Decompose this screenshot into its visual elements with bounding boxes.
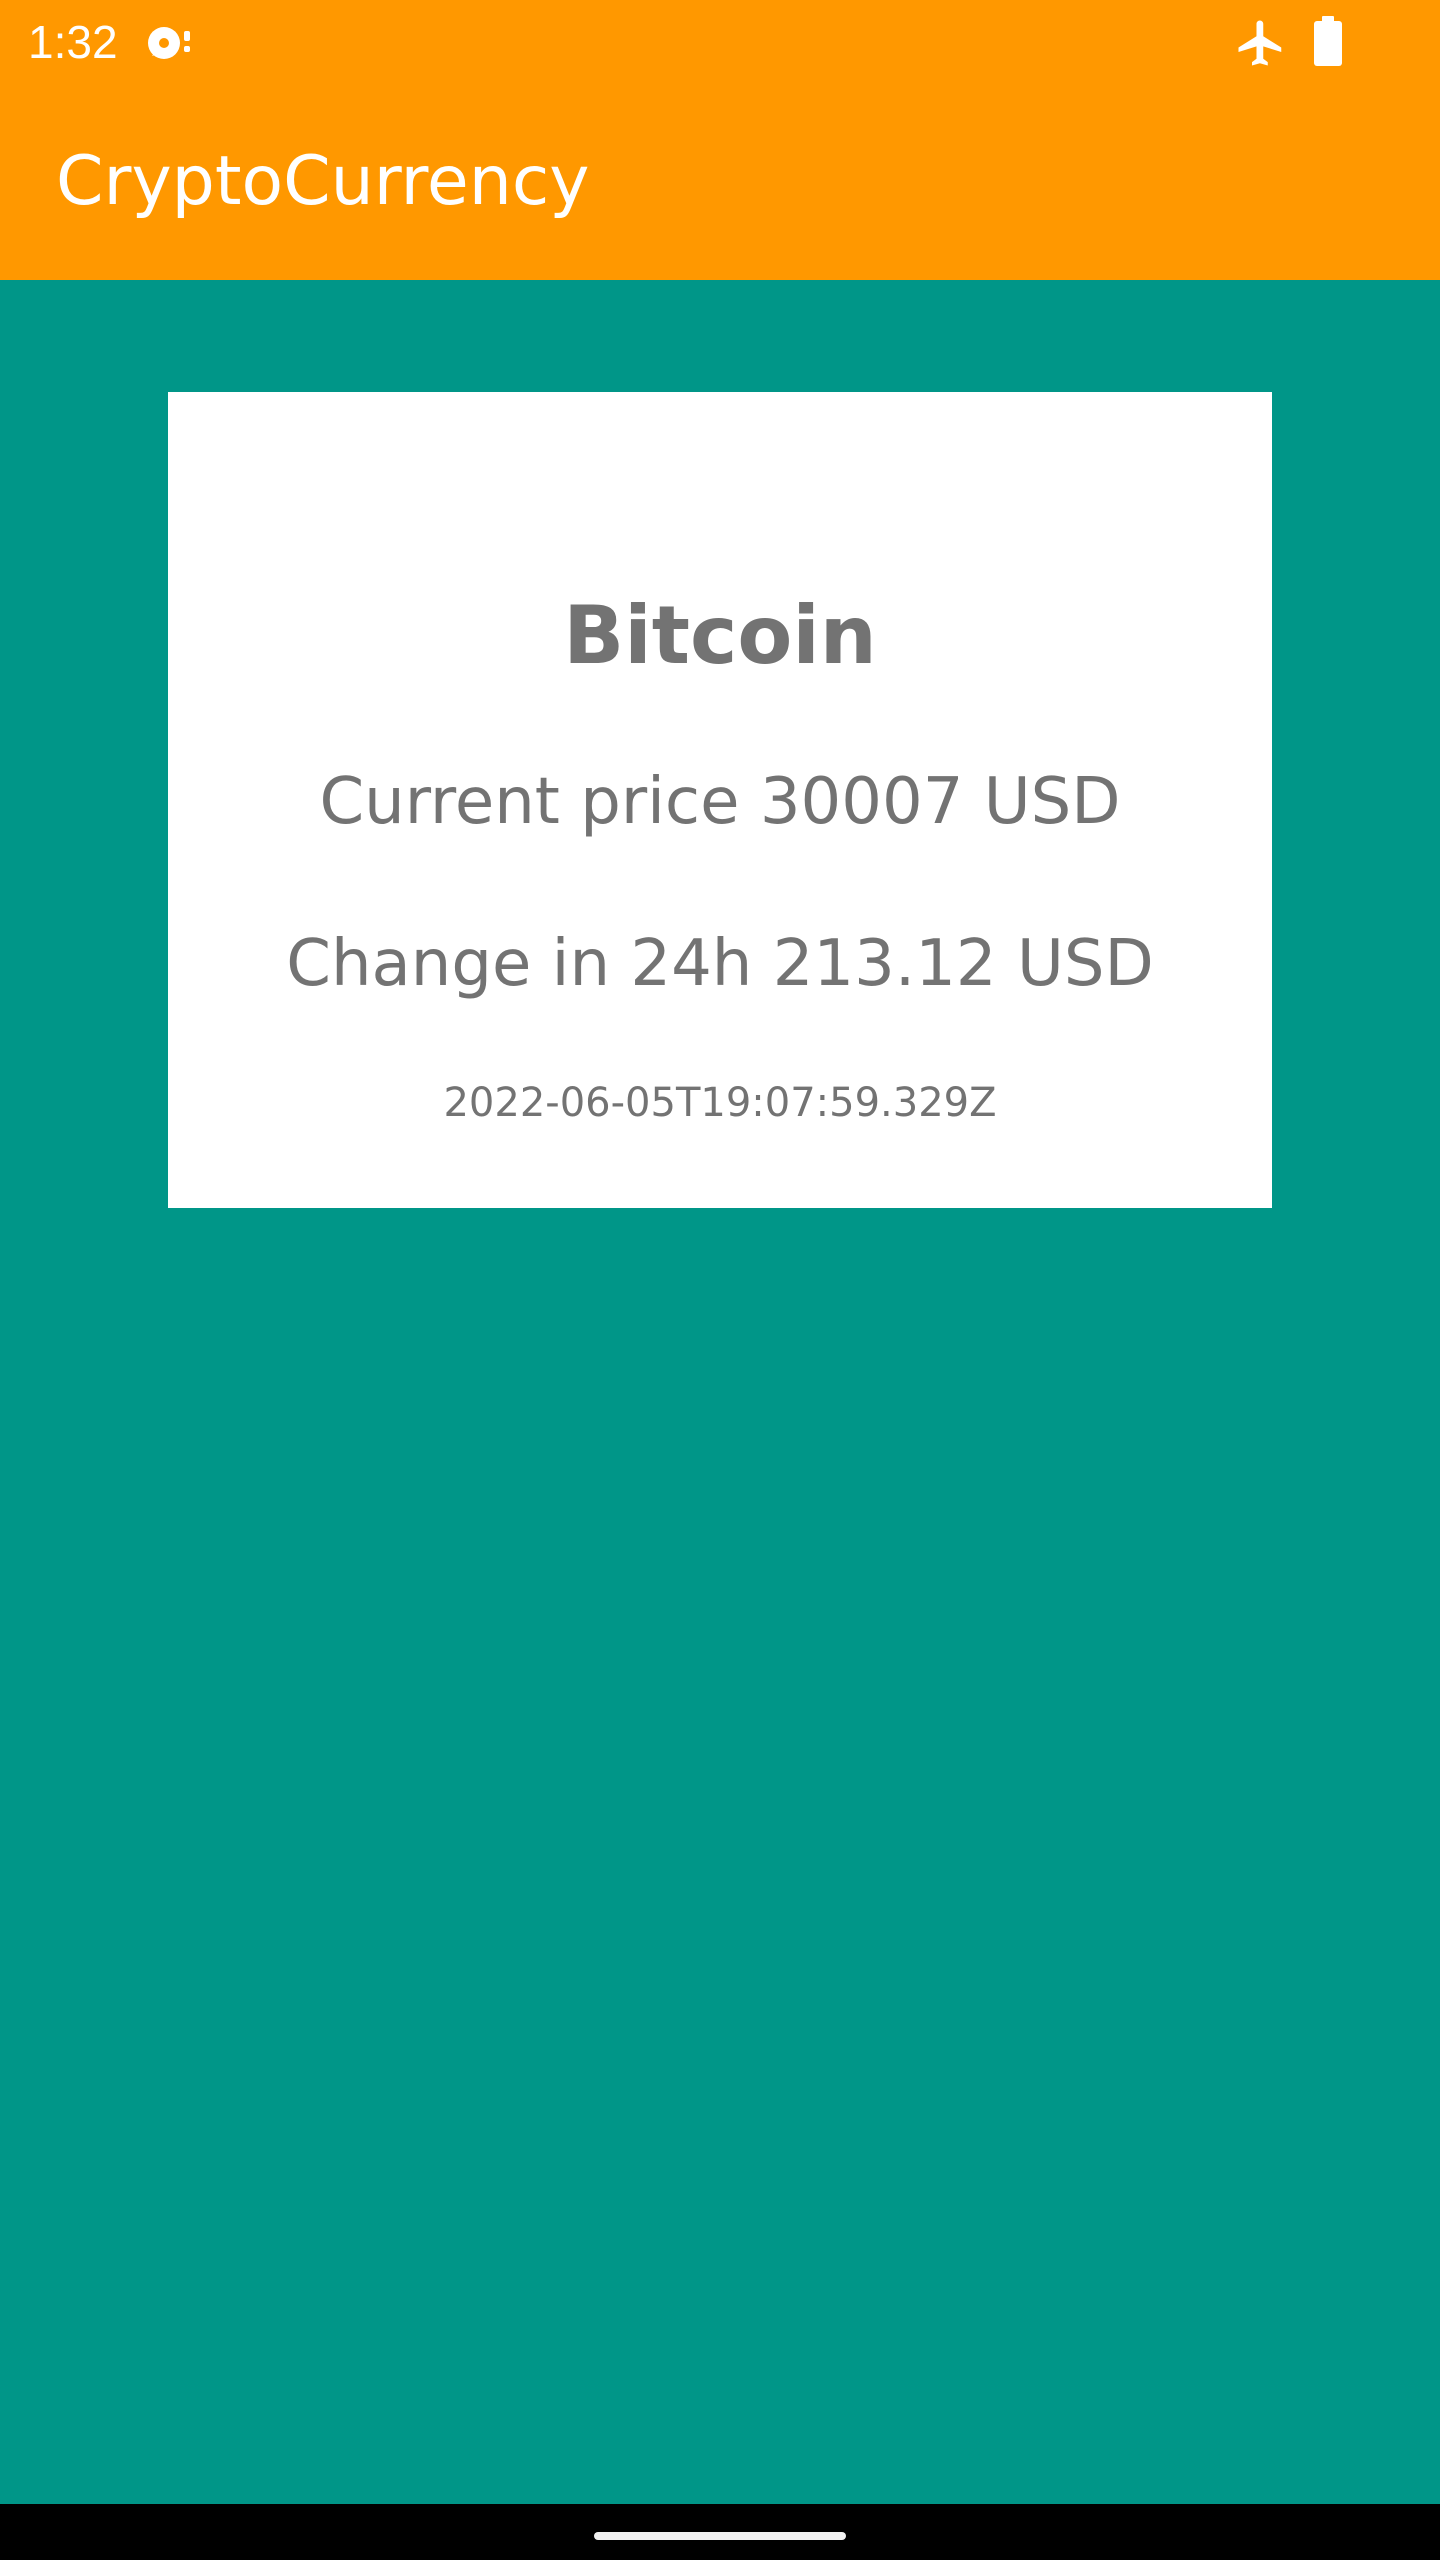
airplane-icon	[1238, 20, 1282, 66]
status-time: 1:32	[28, 16, 118, 68]
home-indicator[interactable]	[594, 2532, 846, 2540]
crypto-card[interactable]: Bitcoin Current price 30007 USD Change i…	[168, 392, 1272, 1208]
current-price: Current price 30007 USD	[319, 765, 1121, 839]
currency-name: Bitcoin	[563, 589, 877, 682]
updated-timestamp: 2022-06-05T19:07:59.329Z	[443, 1080, 997, 1126]
app-bar: CryptoCurrency	[0, 84, 1440, 280]
content-area: Bitcoin Current price 30007 USD Change i…	[0, 280, 1440, 2504]
navigation-bar	[0, 2504, 1440, 2560]
status-bar: 1:32	[0, 0, 1440, 84]
battery-icon	[1314, 16, 1342, 66]
price-change-24h: Change in 24h 213.12 USD	[286, 927, 1154, 1001]
app-title: CryptoCurrency	[56, 142, 590, 221]
notification-icon	[148, 27, 190, 59]
